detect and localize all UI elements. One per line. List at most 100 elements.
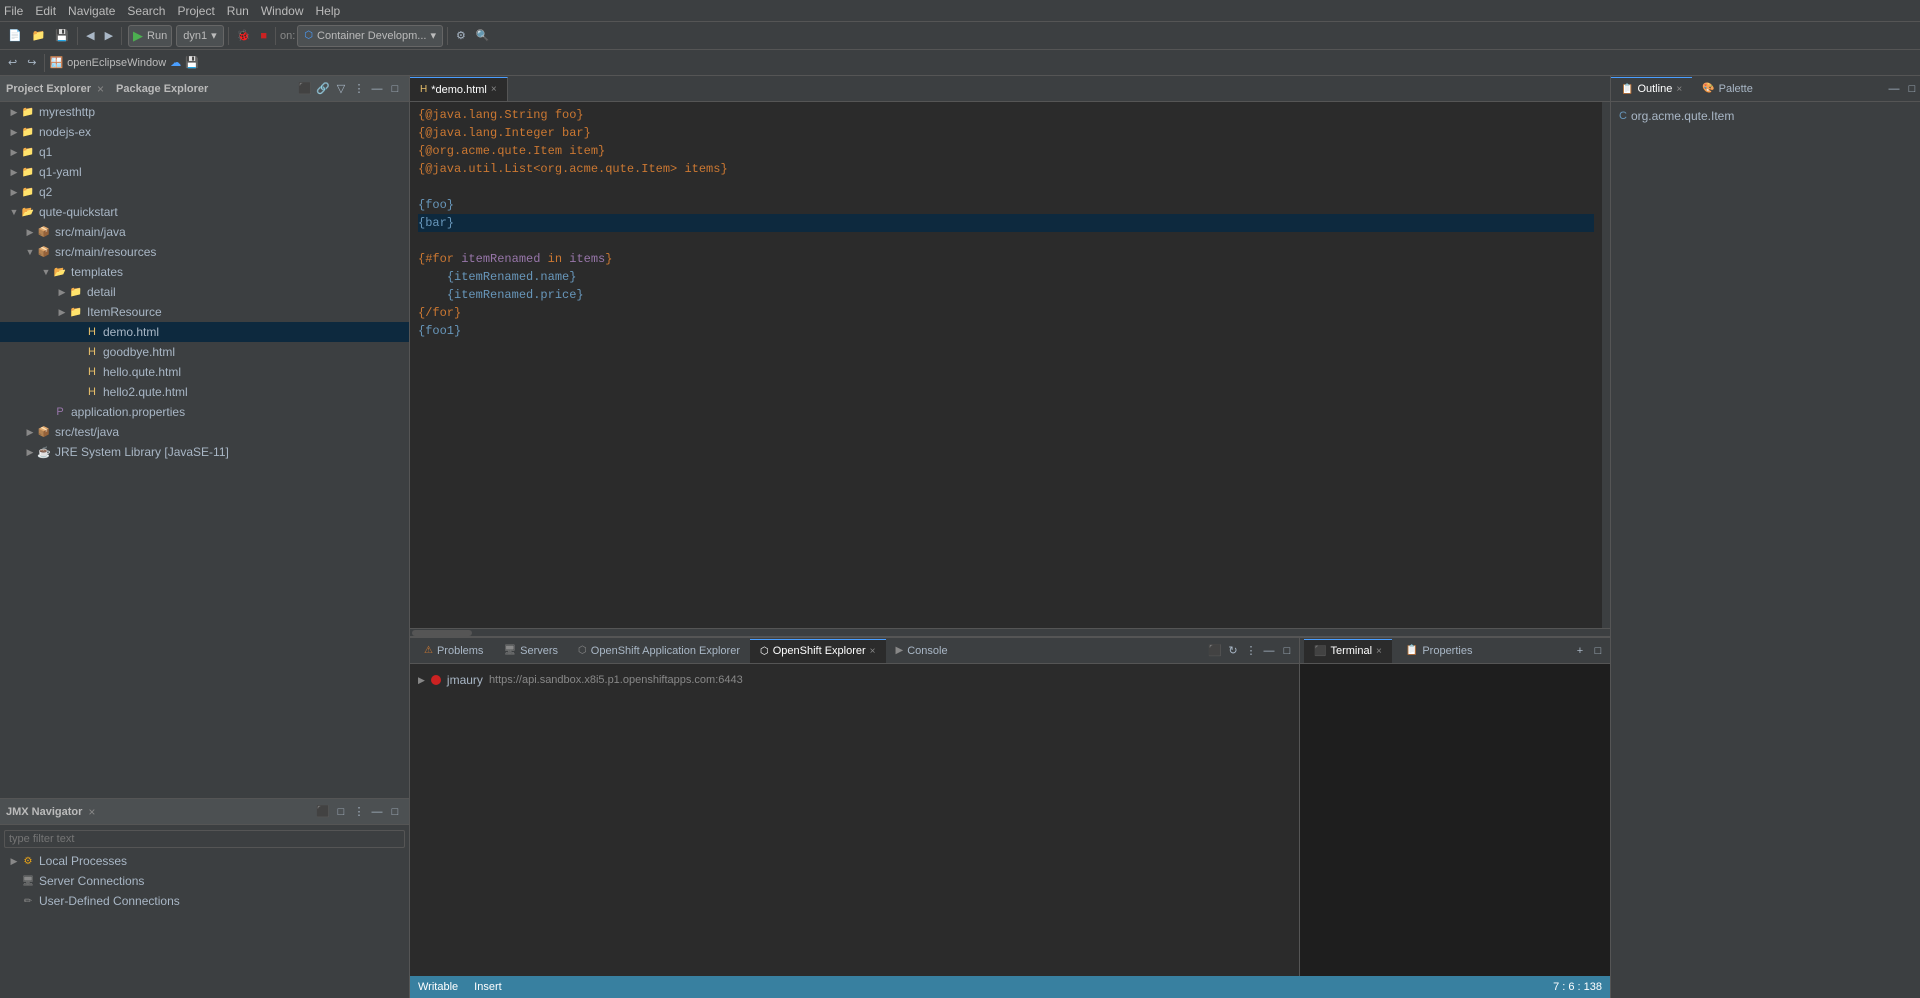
- minimize-explorer-btn[interactable]: —: [369, 81, 385, 97]
- tab-demo-close[interactable]: ×: [491, 84, 497, 95]
- tree-item-q1[interactable]: ▶ 📁 q1: [0, 142, 409, 162]
- jmx-item-server[interactable]: 🖥 Server Connections: [0, 871, 409, 891]
- openshift-red-icon: [431, 675, 441, 685]
- forward-btn[interactable]: ▶: [101, 25, 117, 47]
- tab-openshift-explorer[interactable]: ⬡ OpenShift Explorer ×: [750, 639, 886, 663]
- outline-item-org-acme[interactable]: C org.acme.qute.Item: [1615, 106, 1916, 126]
- stop-btn[interactable]: ■: [256, 25, 271, 47]
- tree-item-goodbyehtml[interactable]: H goodbye.html: [0, 342, 409, 362]
- code-editor[interactable]: {@java.lang.String foo} {@java.lang.Inte…: [410, 102, 1602, 628]
- editor-scrollbar-h[interactable]: [412, 630, 472, 636]
- tab-os-explorer-close[interactable]: ×: [870, 646, 876, 657]
- tree-item-appprops[interactable]: P application.properties: [0, 402, 409, 422]
- tab-outline-close[interactable]: ×: [1676, 84, 1682, 95]
- folder-icon-q1: 📁: [20, 144, 36, 160]
- tree-item-itemresource[interactable]: ▶ 📁 ItemResource: [0, 302, 409, 322]
- tree-item-templates[interactable]: ▼ 📂 templates: [0, 262, 409, 282]
- redo-btn[interactable]: ↪: [23, 52, 40, 74]
- tab-html-icon: H: [420, 84, 427, 95]
- bottom-minimize-btn[interactable]: —: [1261, 643, 1277, 659]
- terminal-maximize-btn[interactable]: □: [1590, 643, 1606, 659]
- tree-item-jre[interactable]: ▶ ☕ JRE System Library [JavaSE-11]: [0, 442, 409, 462]
- jmx-action-2[interactable]: □: [333, 804, 349, 820]
- jmx-filter-input[interactable]: [4, 830, 405, 848]
- new-file-btn[interactable]: 📄: [4, 25, 26, 47]
- project-explorer-title[interactable]: Project Explorer: [6, 83, 91, 95]
- openshift-connection-row[interactable]: ▶ jmaury https://api.sandbox.x8i5.p1.ope…: [414, 668, 1295, 692]
- status-bar: Writable Insert 7 : 6 : 138: [410, 976, 1610, 998]
- undo-btn[interactable]: ↩: [4, 52, 21, 74]
- save-btn[interactable]: 💾: [51, 25, 73, 47]
- filter-btn[interactable]: ▽: [333, 81, 349, 97]
- terminal-content[interactable]: [1300, 664, 1610, 976]
- tree-item-myresthttp[interactable]: ▶ 📁 myresthttp: [0, 102, 409, 122]
- label-detail: detail: [87, 285, 116, 299]
- arrow-q2: ▶: [8, 187, 20, 198]
- debug-btn[interactable]: 🐞: [233, 25, 255, 47]
- menu-edit[interactable]: Edit: [35, 4, 56, 18]
- tree-item-srcmainresources[interactable]: ▼ 📦 src/main/resources: [0, 242, 409, 262]
- editor-scrollbar-v[interactable]: [1602, 102, 1610, 628]
- menu-window[interactable]: Window: [261, 4, 304, 18]
- jmx-action-1[interactable]: ⬛: [315, 804, 331, 820]
- back-btn[interactable]: ◀: [82, 25, 98, 47]
- menu-navigate[interactable]: Navigate: [68, 4, 115, 18]
- tree-item-nodejs[interactable]: ▶ 📁 nodejs-ex: [0, 122, 409, 142]
- tree-item-detail[interactable]: ▶ 📁 detail: [0, 282, 409, 302]
- tab-openshift-app-explorer[interactable]: ⬡ OpenShift Application Explorer: [568, 639, 750, 663]
- maximize-explorer-btn[interactable]: □: [387, 81, 403, 97]
- collapse-all-btn[interactable]: ⬛: [297, 81, 313, 97]
- search-toolbar-btn[interactable]: 🔍: [472, 25, 494, 47]
- bottom-menu-btn[interactable]: ⋮: [1243, 643, 1259, 659]
- jmx-close[interactable]: ×: [88, 805, 95, 819]
- tab-palette[interactable]: 🎨 Palette: [1692, 77, 1763, 101]
- tab-terminal[interactable]: ⬛ Terminal ×: [1304, 639, 1392, 663]
- link-editor-btn[interactable]: 🔗: [315, 81, 331, 97]
- jmx-item-local[interactable]: ▶ ⚙ Local Processes: [0, 851, 409, 871]
- open-btn[interactable]: 📁: [28, 25, 50, 47]
- run-config-name: dyn1: [183, 30, 207, 42]
- tree-item-hellohtml[interactable]: H hello.qute.html: [0, 362, 409, 382]
- package-explorer-title[interactable]: Package Explorer: [116, 83, 208, 95]
- jmx-minimize-btn[interactable]: —: [369, 804, 385, 820]
- terminal-new-btn[interactable]: +: [1572, 643, 1588, 659]
- tree-item-q2[interactable]: ▶ 📁 q2: [0, 182, 409, 202]
- label-q1yaml: q1-yaml: [39, 165, 82, 179]
- tab-console[interactable]: ▶ Console: [886, 639, 958, 663]
- menu-search[interactable]: Search: [127, 4, 165, 18]
- container-selector[interactable]: ⬡ Container Developm... ▾: [297, 25, 443, 47]
- tree-item-qute[interactable]: ▼ 📂 qute-quickstart: [0, 202, 409, 222]
- menu-help[interactable]: Help: [316, 4, 341, 18]
- bottom-maximize-btn[interactable]: □: [1279, 643, 1295, 659]
- menu-file[interactable]: File: [4, 4, 23, 18]
- tab-outline[interactable]: 📋 Outline ×: [1611, 77, 1692, 101]
- jmx-navigator-section: JMX Navigator × ⬛ □ ⋮ — □ ▶ ⚙ Local Proc…: [0, 798, 409, 998]
- tab-terminal-close[interactable]: ×: [1376, 646, 1382, 657]
- bottom-clear-btn[interactable]: ⬛: [1207, 643, 1223, 659]
- tree-item-demohtml[interactable]: H demo.html: [0, 322, 409, 342]
- run-config-selector[interactable]: dyn1 ▾: [176, 25, 223, 47]
- bottom-refresh-btn[interactable]: ↻: [1225, 643, 1241, 659]
- outline-maximize-btn[interactable]: □: [1904, 81, 1920, 97]
- jmx-title[interactable]: JMX Navigator: [6, 806, 82, 818]
- tree-item-q1yaml[interactable]: ▶ 📁 q1-yaml: [0, 162, 409, 182]
- tab-demo-html[interactable]: H *demo.html ×: [410, 77, 508, 101]
- outline-minimize-btn[interactable]: —: [1886, 81, 1902, 97]
- menu-project[interactable]: Project: [177, 4, 214, 18]
- tree-item-srctestjava[interactable]: ▶ 📦 src/test/java: [0, 422, 409, 442]
- jmx-maximize-btn[interactable]: □: [387, 804, 403, 820]
- perspective-btn[interactable]: ⚙: [452, 25, 470, 47]
- tab-os-explorer-label: OpenShift Explorer: [773, 645, 866, 657]
- tab-servers[interactable]: 🖥 Servers: [493, 639, 568, 663]
- tab-properties[interactable]: 📋 Properties: [1396, 639, 1483, 663]
- view-menu-btn[interactable]: ⋮: [351, 81, 367, 97]
- jmx-item-user[interactable]: ✏ User-Defined Connections: [0, 891, 409, 911]
- menu-run[interactable]: Run: [227, 4, 249, 18]
- folder-icon-qute: 📂: [20, 204, 36, 220]
- tree-item-srcmainjava[interactable]: ▶ 📦 src/main/java: [0, 222, 409, 242]
- separator-5: [447, 27, 448, 45]
- jmx-action-3[interactable]: ⋮: [351, 804, 367, 820]
- tree-item-hello2html[interactable]: H hello2.qute.html: [0, 382, 409, 402]
- tab-problems[interactable]: ⚠ Problems: [414, 639, 493, 663]
- console-icon: ▶: [896, 645, 904, 656]
